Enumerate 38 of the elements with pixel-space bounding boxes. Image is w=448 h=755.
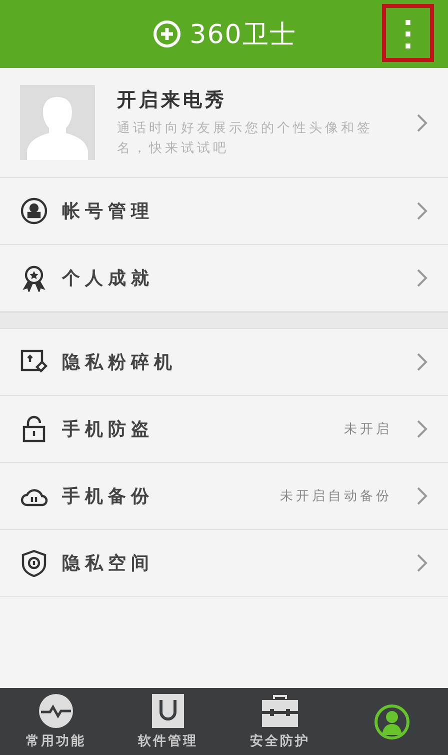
chevron-icon	[416, 486, 428, 506]
row-label: 手机备份	[62, 485, 155, 508]
avatar-icon	[20, 85, 95, 160]
plus-circle-icon	[152, 19, 182, 49]
row-label: 隐私空间	[62, 552, 155, 575]
chevron-icon	[416, 201, 428, 221]
toolbox-icon	[260, 693, 300, 729]
tab[interactable]: 常用功能	[0, 688, 112, 755]
menu-row[interactable]: 手机防盗 未开启	[0, 396, 448, 463]
pulse-icon	[36, 693, 76, 729]
row-label: 帐号管理	[62, 200, 155, 223]
medal-icon	[20, 264, 48, 292]
menu-row[interactable]: 隐私粉碎机	[0, 329, 448, 396]
app-logo-text: 360卫士	[190, 18, 296, 52]
person-icon	[372, 704, 412, 740]
shield-icon	[20, 549, 48, 577]
chevron-icon	[416, 553, 428, 573]
chevron-icon	[416, 112, 428, 132]
menu-row[interactable]: 手机备份 未开启自动备份	[0, 463, 448, 530]
chevron-icon	[416, 268, 428, 288]
lock-icon	[20, 415, 48, 443]
user-icon	[20, 197, 48, 225]
tab-label: 软件管理	[138, 733, 198, 750]
tab[interactable]: 软件管理	[112, 688, 224, 755]
chevron-icon	[416, 419, 428, 439]
menu-row[interactable]: 帐号管理	[0, 178, 448, 245]
tab[interactable]: 安全防护	[224, 688, 336, 755]
profile-subtitle: 通话时向好友展示您的个性头像和签名，快来试试吧	[117, 120, 374, 158]
tab-label: 安全防护	[250, 732, 310, 750]
row-label: 隐私粉碎机	[62, 351, 178, 374]
row-label: 手机防盗	[62, 418, 155, 441]
chevron-icon	[416, 352, 428, 372]
profile-title: 开启来电秀	[117, 88, 228, 112]
row-status: 未开启自动备份	[280, 488, 392, 505]
row-label: 个人成就	[62, 267, 155, 290]
row-status: 未开启	[344, 421, 392, 438]
menu-row[interactable]: 隐私空间	[0, 530, 448, 597]
tab-label: 常用功能	[26, 733, 86, 750]
